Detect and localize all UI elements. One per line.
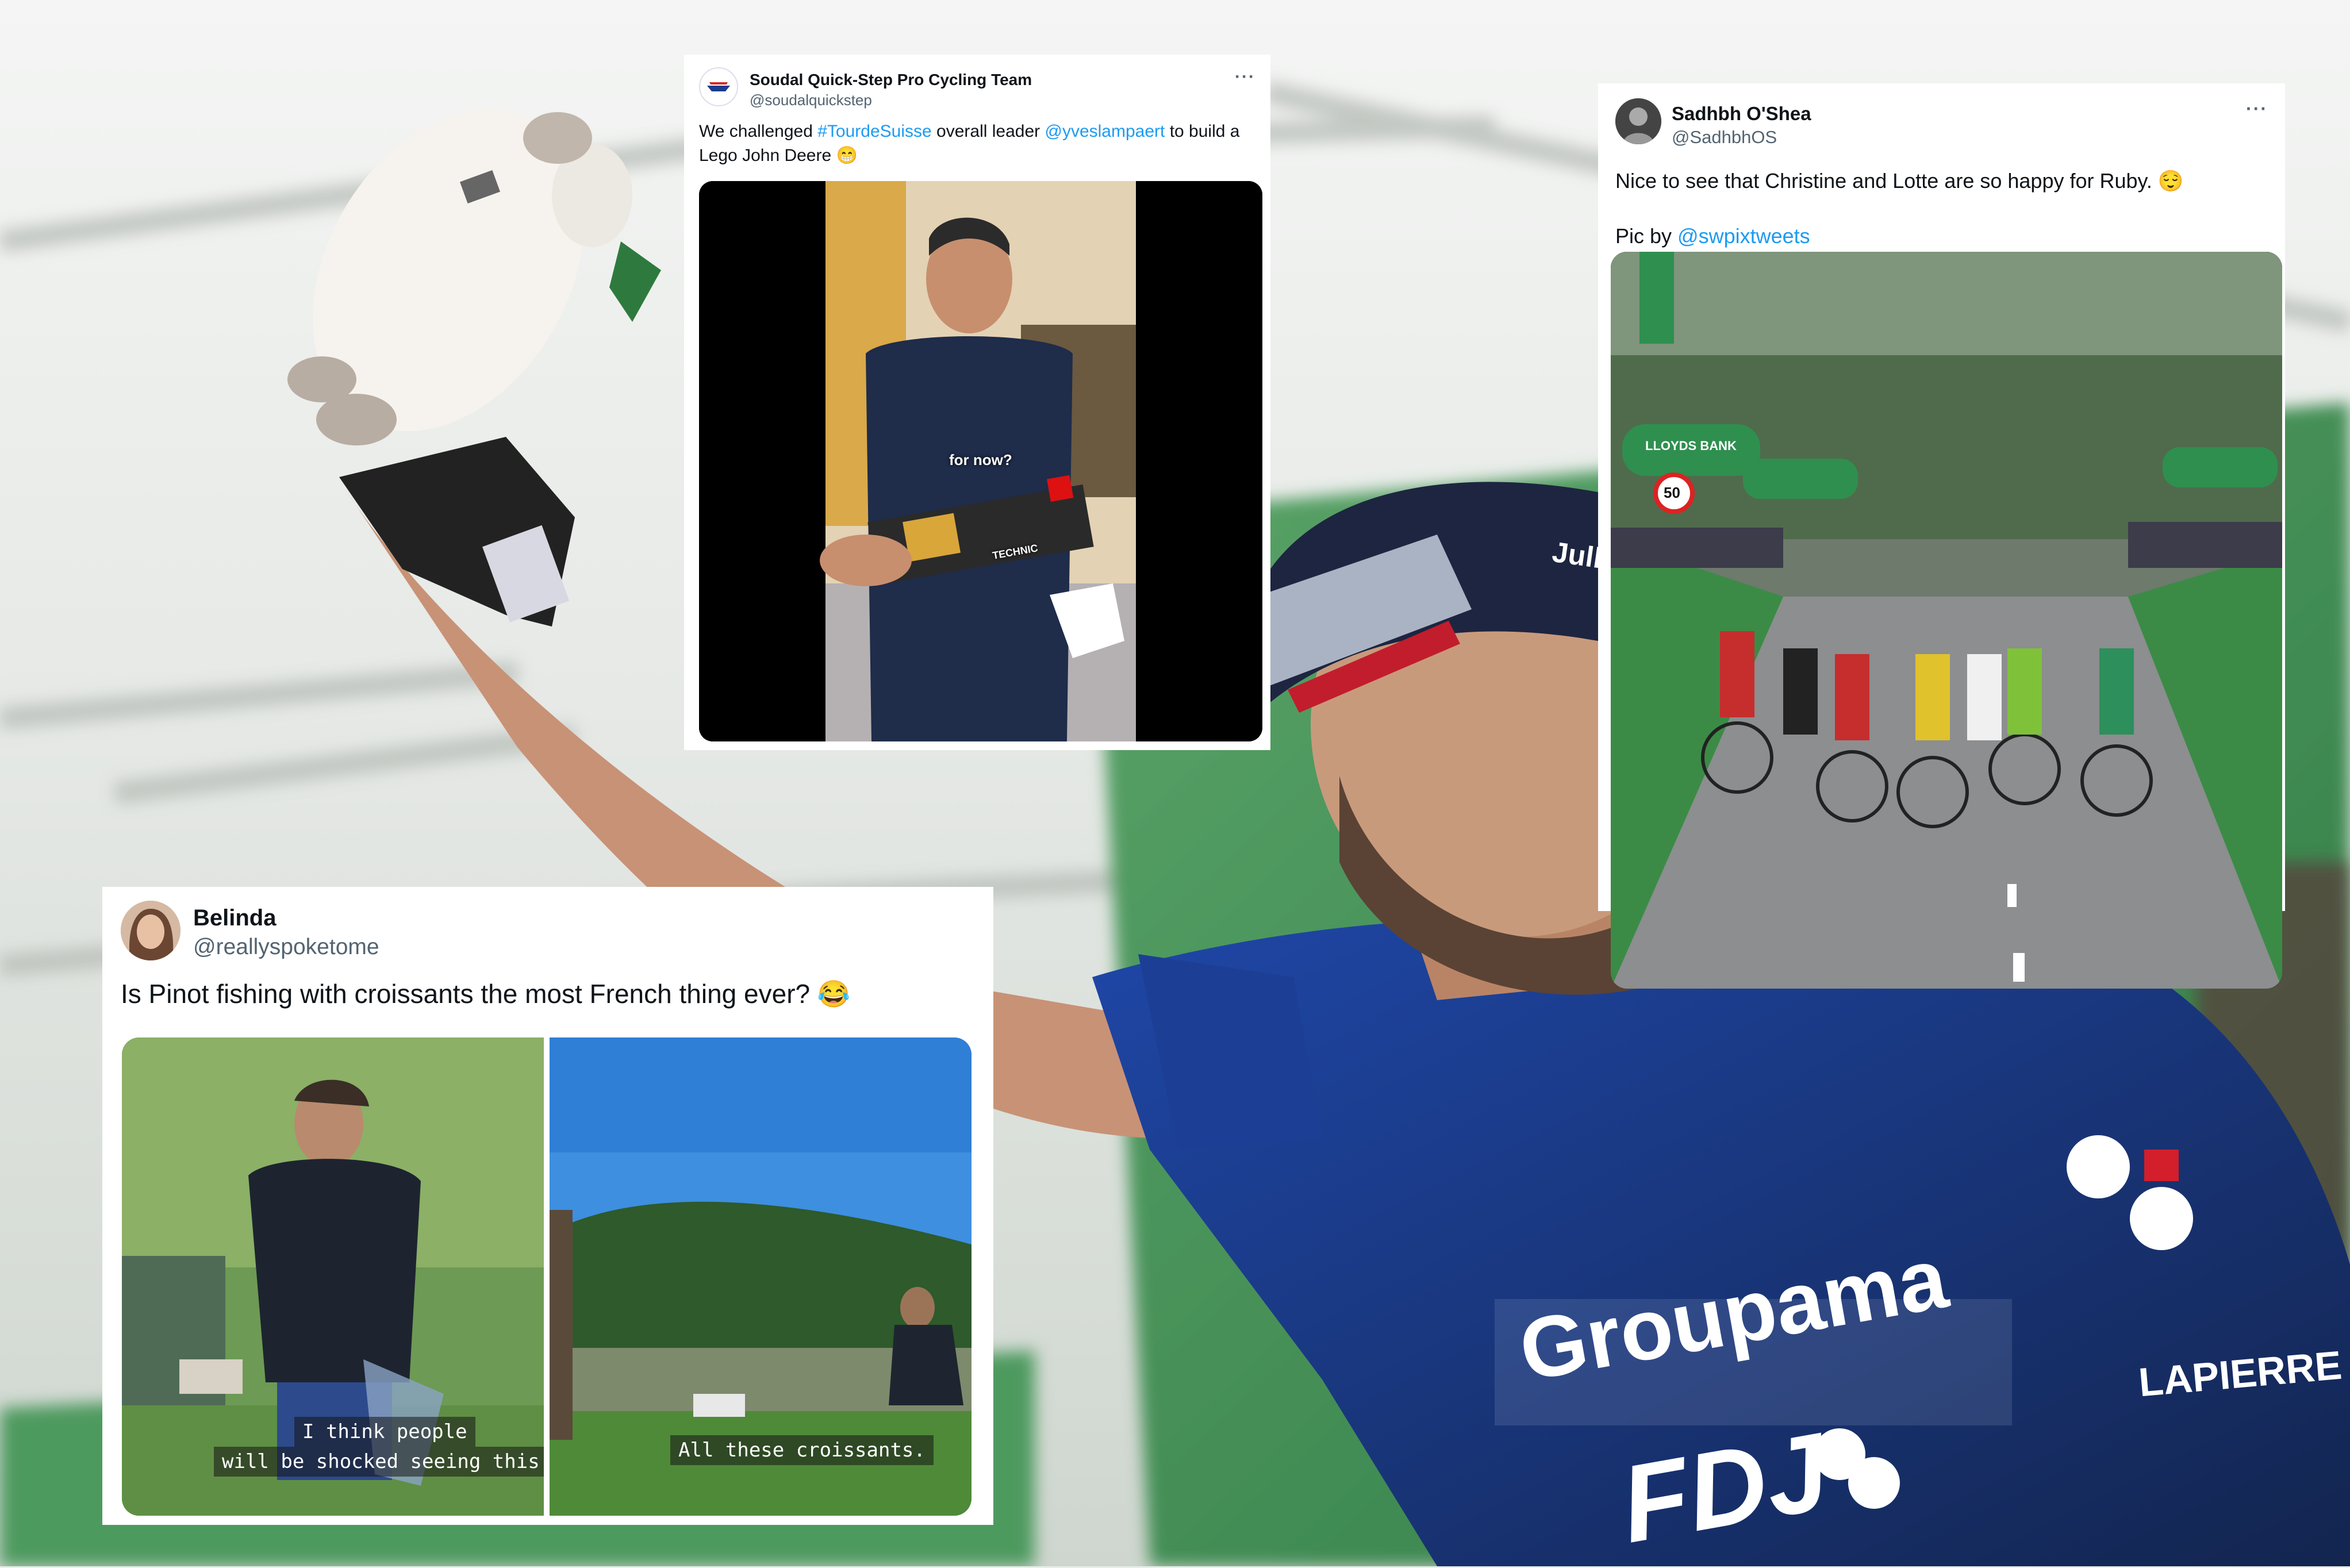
author-handle[interactable]: @soudalquickstep	[750, 91, 1032, 109]
more-options-icon[interactable]: ···	[2246, 98, 2268, 120]
author-name[interactable]: Sadhbh O'Shea	[1672, 103, 1811, 125]
tweet-photo-left[interactable]: I think people will be shocked seeing th…	[122, 1037, 544, 1516]
avatar[interactable]	[699, 67, 738, 106]
author-name[interactable]: Belinda	[193, 905, 379, 931]
tweet-text-part: We challenged	[699, 122, 818, 141]
tweet-card-belinda[interactable]: Belinda @reallyspoketome Is Pinot fishin…	[102, 887, 993, 1525]
author-handle[interactable]: @reallyspoketome	[193, 935, 379, 960]
tweet-photo-grid: I think people will be shocked seeing th…	[122, 1037, 972, 1516]
tweet-card-soudal[interactable]: Soudal Quick-Step Pro Cycling Team @soud…	[684, 55, 1270, 750]
tweet-text-part: overall leader	[931, 122, 1045, 141]
tweet-card-sadhbh[interactable]: Sadhbh O'Shea @SadhbhOS ··· Nice to see …	[1598, 83, 2285, 989]
credit-prefix: Pic by	[1615, 224, 1678, 248]
tweet-text: Is Pinot fishing with croissants the mos…	[121, 979, 851, 1009]
avatar[interactable]	[121, 901, 181, 960]
tweet-video[interactable]: for now? TECHNIC	[699, 181, 1262, 741]
tweet-photo-right[interactable]: All these croissants.	[550, 1037, 972, 1516]
race-finish-photo	[1611, 252, 2282, 989]
mention-link[interactable]: @swpixtweets	[1677, 224, 1810, 248]
photo-credit: Pic by @swpixtweets	[1615, 222, 2268, 250]
hashtag-link[interactable]: #TourdeSuisse	[817, 122, 931, 141]
more-options-icon[interactable]: ···	[1235, 67, 1255, 87]
video-caption: for now?	[949, 451, 1012, 468]
avatar[interactable]	[1615, 98, 1661, 144]
author-handle[interactable]: @SadhbhOS	[1672, 127, 1811, 148]
author-name[interactable]: Soudal Quick-Step Pro Cycling Team	[750, 71, 1032, 89]
subtitle-line-2: will be shocked seeing this.	[214, 1447, 544, 1477]
tweet-text: We challenged #TourdeSuisse overall lead…	[699, 120, 1255, 168]
subtitle-line-1: I think people	[294, 1417, 475, 1447]
speed-sign: 50	[1664, 484, 1680, 501]
banner-text: LLOYDS BANK	[1645, 439, 1737, 453]
tweet-photo[interactable]: LLOYDS BANK 50	[1611, 252, 2282, 989]
tweet-text: Nice to see that Christine and Lotte are…	[1615, 169, 2184, 193]
mention-link[interactable]: @yveslampaert	[1045, 122, 1165, 141]
subtitle-line: All these croissants.	[670, 1435, 934, 1465]
